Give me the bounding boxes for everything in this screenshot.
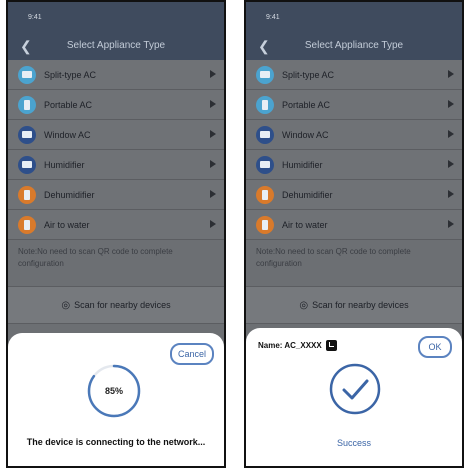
appliance-list: Split-type AC Portable AC Window AC Humi…: [246, 60, 462, 240]
appliance-label: Window AC: [44, 129, 91, 140]
split-ac-icon: [18, 65, 36, 84]
chevron-right-icon: [448, 130, 454, 138]
appliance-item-portable-ac[interactable]: Portable AC: [8, 90, 224, 120]
scan-icon: ◎: [61, 299, 71, 311]
scan-button[interactable]: ◎ Scan for nearby devices: [8, 286, 224, 324]
chevron-right-icon: [210, 160, 216, 168]
appliance-item-window-ac[interactable]: Window AC: [8, 120, 224, 150]
humidifier-icon: [256, 155, 274, 174]
appliance-label: Portable AC: [44, 99, 93, 110]
nav-bar: ❮ Select Appliance Type: [8, 32, 224, 60]
window-ac-icon: [18, 125, 36, 144]
window-ac-icon: [256, 125, 274, 144]
dehumidifier-icon: [256, 185, 274, 204]
scan-label: Scan for nearby devices: [74, 300, 171, 310]
chevron-right-icon: [448, 70, 454, 78]
appliance-label: Portable AC: [282, 99, 331, 110]
phone-screen-success: 9:41 ❮ Select Appliance Type Split-type …: [244, 0, 464, 468]
appliance-label: Humidifier: [282, 159, 323, 170]
connecting-message: The device is connecting to the network.…: [26, 437, 206, 447]
appliance-item-air-to-water[interactable]: Air to water: [8, 210, 224, 240]
air-to-water-icon: [18, 215, 36, 234]
chevron-right-icon: [210, 220, 216, 228]
appliance-label: Window AC: [282, 129, 329, 140]
ok-button[interactable]: OK: [418, 336, 452, 358]
success-check-icon: [328, 362, 382, 416]
appliance-label: Split-type AC: [44, 69, 97, 80]
appliance-item-dehumidifier[interactable]: Dehumidifier: [246, 180, 462, 210]
appliance-label: Split-type AC: [282, 69, 335, 80]
appliance-item-window-ac[interactable]: Window AC: [246, 120, 462, 150]
appliance-item-portable-ac[interactable]: Portable AC: [246, 90, 462, 120]
dehumidifier-icon: [18, 185, 36, 204]
edit-icon[interactable]: [325, 340, 337, 351]
chevron-right-icon: [448, 220, 454, 228]
appliance-list: Split-type AC Portable AC Window AC Humi…: [8, 60, 224, 240]
appliance-item-humidifier[interactable]: Humidifier: [246, 150, 462, 180]
chevron-right-icon: [448, 160, 454, 168]
scan-label: Scan for nearby devices: [312, 300, 409, 310]
connecting-sheet: Cancel 85% The device is connecting to t…: [8, 333, 224, 466]
portable-ac-icon: [256, 95, 274, 114]
status-time: 9:41: [28, 14, 42, 21]
progress-ring: 85%: [86, 363, 142, 419]
appliance-label: Dehumidifier: [44, 189, 95, 200]
progress-percent: 85%: [104, 386, 123, 396]
success-label: Success: [336, 438, 371, 448]
scan-icon: ◎: [299, 299, 309, 311]
cancel-button[interactable]: Cancel: [170, 343, 214, 365]
appliance-label: Air to water: [44, 219, 90, 230]
chevron-right-icon: [210, 70, 216, 78]
appliance-label: Dehumidifier: [282, 189, 333, 200]
nav-bar: ❮ Select Appliance Type: [246, 32, 462, 60]
appliance-item-dehumidifier[interactable]: Dehumidifier: [8, 180, 224, 210]
appliance-label: Humidifier: [44, 159, 85, 170]
split-ac-icon: [256, 65, 274, 84]
page-title: Select Appliance Type: [66, 40, 166, 51]
status-time: 9:41: [266, 14, 280, 21]
note-text: Note:No need to scan QR code to complete…: [246, 240, 462, 286]
chevron-right-icon: [210, 190, 216, 198]
appliance-item-split-ac[interactable]: Split-type AC: [8, 60, 224, 90]
page-title: Select Appliance Type: [304, 40, 404, 51]
back-icon[interactable]: ❮: [20, 32, 32, 60]
back-icon[interactable]: ❮: [258, 32, 270, 60]
chevron-right-icon: [210, 130, 216, 138]
success-sheet: Name: AC_XXXX OK Success: [246, 328, 462, 466]
humidifier-icon: [18, 155, 36, 174]
chevron-right-icon: [448, 190, 454, 198]
chevron-right-icon: [448, 100, 454, 108]
portable-ac-icon: [18, 95, 36, 114]
device-name-label: Name: AC_XXXX: [258, 341, 322, 350]
status-bar: 9:41: [8, 2, 224, 32]
scan-button[interactable]: ◎ Scan for nearby devices: [246, 286, 462, 324]
appliance-item-split-ac[interactable]: Split-type AC: [246, 60, 462, 90]
appliance-item-humidifier[interactable]: Humidifier: [8, 150, 224, 180]
appliance-item-air-to-water[interactable]: Air to water: [246, 210, 462, 240]
note-text: Note:No need to scan QR code to complete…: [8, 240, 224, 286]
status-bar: 9:41: [246, 2, 462, 32]
air-to-water-icon: [256, 215, 274, 234]
appliance-label: Air to water: [282, 219, 328, 230]
device-name: Name: AC_XXXX: [258, 340, 337, 351]
chevron-right-icon: [210, 100, 216, 108]
phone-screen-connecting: 9:41 ❮ Select Appliance Type Split-type …: [6, 0, 226, 468]
